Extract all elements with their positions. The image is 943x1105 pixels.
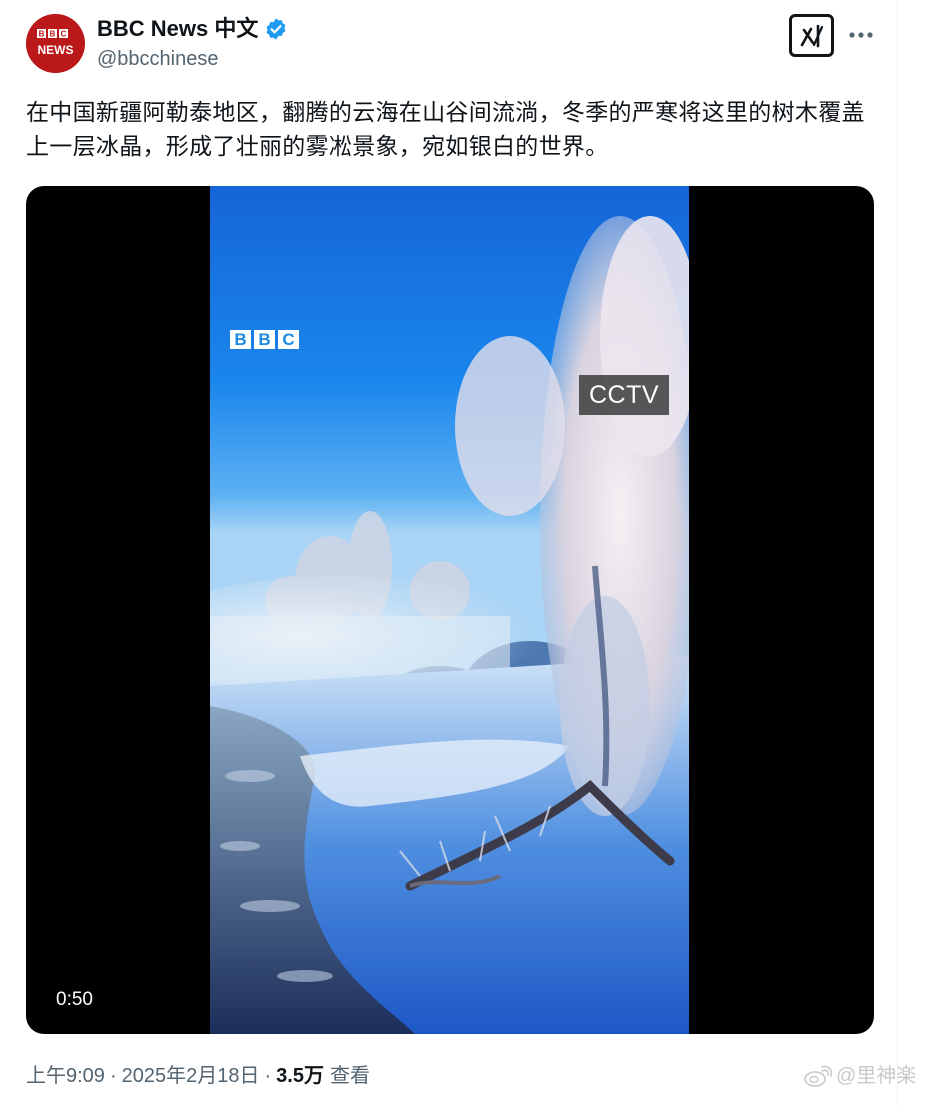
meta-separator: ·	[109, 1065, 117, 1087]
weibo-icon	[804, 1065, 832, 1087]
views-count[interactable]: 3.5万	[276, 1062, 324, 1090]
more-horizontal-icon	[849, 32, 873, 38]
display-name[interactable]: BBC News 中文	[97, 14, 288, 44]
tweet-time[interactable]: 上午9:09	[26, 1062, 105, 1090]
svg-text:NEWS: NEWS	[38, 43, 74, 57]
tweet-date[interactable]: 2025年2月18日	[122, 1062, 260, 1090]
cctv-watermark: CCTV	[579, 375, 670, 415]
bbc-watermark-letter: C	[278, 330, 299, 349]
bbc-news-logo: B B C NEWS	[26, 14, 85, 73]
svg-text:B: B	[39, 30, 45, 39]
video-duration: 0:50	[56, 989, 93, 1010]
svg-text:B: B	[50, 30, 56, 39]
tweet-text: 在中国新疆阿勒泰地区，翻腾的云海在山谷间流淌，冬季的严寒将这里的树木覆盖上一层冰…	[26, 99, 865, 159]
weibo-watermark: @里神楽	[804, 1062, 916, 1090]
column-divider	[897, 0, 898, 1105]
more-options-button[interactable]	[846, 20, 876, 50]
views-label: 查看	[329, 1065, 370, 1087]
bbc-watermark: B B C	[230, 330, 299, 349]
grok-icon	[800, 24, 823, 47]
bbc-watermark-letter: B	[230, 330, 251, 349]
display-name-text[interactable]: BBC News 中文	[97, 14, 258, 44]
account-handle[interactable]: @bbcchinese	[97, 46, 218, 72]
video-frame[interactable]: B B C CCTV	[210, 186, 689, 1034]
tweet-meta: 上午9:09 · 2025年2月18日 · 3.5万 查看	[26, 1062, 370, 1090]
meta-separator: ·	[264, 1065, 272, 1087]
avatar[interactable]: B B C NEWS	[26, 14, 85, 73]
verified-badge-icon[interactable]	[264, 17, 288, 41]
video-player[interactable]: B B C CCTV 0:50	[26, 186, 874, 1034]
weibo-watermark-text: @里神楽	[836, 1065, 917, 1087]
bbc-watermark-letter: B	[254, 330, 275, 349]
svg-text:C: C	[61, 30, 67, 39]
video-thumbnail-image	[210, 186, 689, 1034]
grok-button[interactable]	[789, 14, 834, 57]
